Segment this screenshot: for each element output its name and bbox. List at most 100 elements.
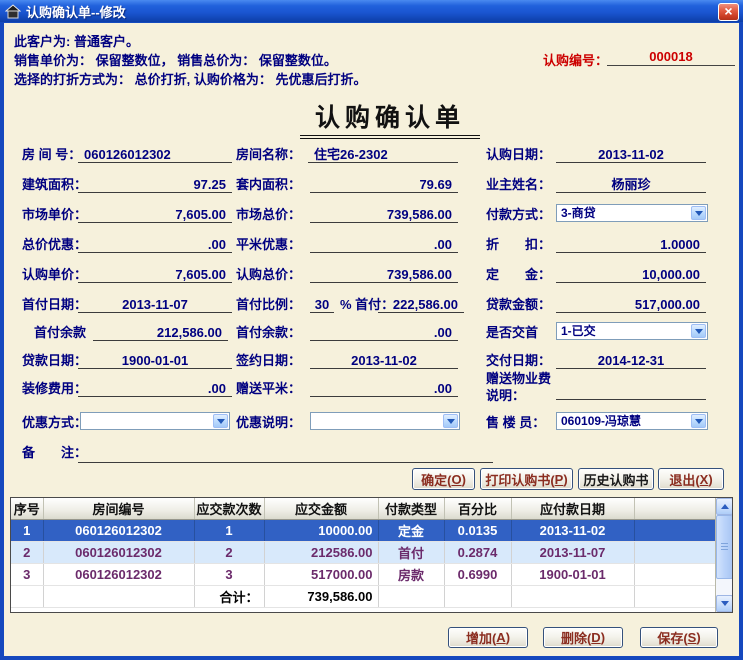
market-total-price-label: 市场总价： [236, 207, 301, 222]
downpay-rest-left-field[interactable]: 212,586.00 [93, 325, 228, 341]
inner-area-label: 套内面积： [236, 177, 301, 192]
title-bar: 认购确认单--修改 × [0, 0, 743, 23]
downpay-amount-field[interactable]: 222,586.00 [378, 297, 464, 313]
downpay-ratio-field[interactable]: 30 [310, 297, 334, 313]
paid-first-value: 1-已交 [561, 324, 596, 338]
confirm-button[interactable]: 确定(O) [412, 468, 475, 490]
gift-property-field[interactable] [556, 384, 706, 400]
sqm-discount-field[interactable]: .00 [310, 237, 458, 253]
confirm-date-label: 认购日期： [486, 147, 551, 162]
col-header[interactable]: 付款类型 [378, 498, 444, 520]
salesman-dropdown[interactable]: 060109-冯琼慧 [556, 412, 708, 430]
discount-label: 折 扣： [486, 237, 551, 252]
decorate-fee-field[interactable]: .00 [78, 381, 232, 397]
table-row[interactable]: 2 060126012302 2 212586.00 首付 0.2874 201… [11, 542, 715, 564]
downpay-date-field[interactable]: 2013-11-07 [78, 297, 232, 313]
sign-date-label: 签约日期： [236, 353, 301, 368]
exit-button[interactable]: 退出(X) [658, 468, 724, 490]
loan-amount-label: 贷款金额： [486, 297, 551, 312]
sqm-discount-label: 平米优惠： [236, 237, 301, 252]
discount-desc-dropdown[interactable] [310, 412, 460, 430]
paid-first-dropdown[interactable]: 1-已交 [556, 322, 708, 340]
col-header-empty [634, 498, 715, 520]
info-line-2: 销售单价为： 保留整数位， 销售总价为： 保留整数位。 [14, 50, 337, 69]
confirm-unit-price-field[interactable]: 7,605.00 [78, 267, 232, 283]
close-button[interactable]: × [718, 3, 739, 21]
table-row[interactable]: 3 060126012302 3 517000.00 房款 0.6990 190… [11, 564, 715, 586]
total-label: 合计： [194, 586, 264, 608]
chevron-down-icon[interactable] [213, 414, 228, 428]
table-row[interactable]: 1 060126012302 1 10000.00 定金 0.0135 2013… [11, 520, 715, 542]
room-no-label: 房 间 号： [22, 147, 81, 162]
pay-method-value: 3-商贷 [561, 206, 596, 220]
discount-field[interactable]: 1.0000 [556, 237, 706, 253]
downpay-ratio-label: 首付比例： [236, 297, 301, 312]
loan-amount-field[interactable]: 517,000.00 [556, 297, 706, 313]
discount-desc-label: 优惠说明： [236, 415, 301, 430]
col-header[interactable]: 应付款日期 [511, 498, 634, 520]
room-name-label: 房间名称： [236, 147, 301, 162]
chevron-down-icon[interactable] [691, 324, 706, 338]
room-no-field[interactable]: 060126012302 [78, 147, 232, 163]
owner-name-label: 业主姓名： [486, 177, 551, 192]
form-title: 认购确认单 [300, 98, 480, 139]
downpay-rest-mid-field[interactable]: .00 [310, 325, 458, 341]
inner-area-field[interactable]: 79.69 [310, 177, 458, 193]
gift-sqm-field[interactable]: .00 [310, 381, 458, 397]
paid-first-label: 是否交首 [486, 325, 538, 340]
order-no-value: 000018 [607, 49, 735, 66]
order-no-label: 认购编号： [543, 50, 608, 69]
owner-name-field[interactable]: 杨丽珍 [556, 177, 706, 193]
save-button[interactable]: 保存(S) [640, 627, 718, 648]
scrollbar-thumb[interactable] [716, 515, 733, 579]
downpay-rest-mid-label: 首付余款： [236, 325, 301, 340]
confirm-date-field[interactable]: 2013-11-02 [556, 147, 706, 163]
col-header[interactable]: 序号 [11, 498, 43, 520]
market-total-price-field[interactable]: 739,586.00 [310, 207, 458, 223]
payment-schedule-table: 序号 房间编号 应交款次数 应交金额 付款类型 百分比 应付款日期 1 0601… [10, 497, 733, 613]
deposit-label: 定 金： [486, 267, 551, 282]
salesman-value: 060109-冯琼慧 [561, 414, 641, 428]
table-total-row: 合计： 739,586.00 [11, 586, 715, 608]
col-header[interactable]: 应交款次数 [194, 498, 264, 520]
history-confirm-book-button[interactable]: 历史认购书 [578, 468, 654, 490]
info-line-3: 选择的打折方式为： 总价打折, 认购价格为： 先优惠后打折。 [14, 69, 366, 88]
sign-date-field[interactable]: 2013-11-02 [310, 353, 458, 369]
loan-date-field[interactable]: 1900-01-01 [78, 353, 232, 369]
gift-sqm-label: 赠送平米： [236, 381, 301, 396]
deliver-date-field[interactable]: 2014-12-31 [556, 353, 706, 369]
deposit-field[interactable]: 10,000.00 [556, 267, 706, 283]
pay-method-label: 付款方式： [486, 207, 551, 222]
print-confirm-book-button[interactable]: 打印认购书(P) [480, 468, 573, 490]
remark-field[interactable] [78, 447, 493, 463]
col-header[interactable]: 百分比 [444, 498, 511, 520]
room-name-field[interactable]: 住宅26-2302 [308, 147, 458, 163]
col-header[interactable]: 应交金额 [264, 498, 378, 520]
gift-property-label-line2: 说明： [486, 388, 525, 403]
build-area-field[interactable]: 97.25 [78, 177, 232, 193]
total-value: 739,586.00 [264, 586, 378, 608]
col-header[interactable]: 房间编号 [43, 498, 194, 520]
chevron-down-icon[interactable] [691, 206, 706, 220]
window-title: 认购确认单--修改 [26, 2, 126, 21]
delete-button[interactable]: 删除(D) [543, 627, 623, 648]
downpay-rest-left-label: 首付余款 [34, 325, 86, 340]
chevron-down-icon[interactable] [691, 414, 706, 428]
total-discount-field[interactable]: .00 [78, 237, 232, 253]
dialog-window: 认购确认单--修改 × 此客户为: 普通客户。 销售单价为： 保留整数位， 销售… [0, 0, 743, 660]
pay-method-dropdown[interactable]: 3-商贷 [556, 204, 708, 222]
add-button[interactable]: 增加(A) [448, 627, 528, 648]
deliver-date-label: 交付日期： [486, 353, 551, 368]
salesman-label: 售 楼 员： [486, 415, 545, 430]
table-header-row: 序号 房间编号 应交款次数 应交金额 付款类型 百分比 应付款日期 [11, 498, 715, 520]
table-scrollbar[interactable] [715, 498, 732, 612]
scroll-up-icon[interactable] [716, 498, 733, 515]
confirm-total-price-field[interactable]: 739,586.00 [310, 267, 458, 283]
info-line-1: 此客户为: 普通客户。 [14, 31, 139, 50]
market-unit-price-field[interactable]: 7,605.00 [78, 207, 232, 223]
chevron-down-icon[interactable] [443, 414, 458, 428]
discount-method-dropdown[interactable] [80, 412, 230, 430]
scroll-down-icon[interactable] [716, 595, 733, 612]
window-icon [5, 4, 21, 19]
gift-property-label-line1: 赠送物业费 [486, 371, 551, 386]
